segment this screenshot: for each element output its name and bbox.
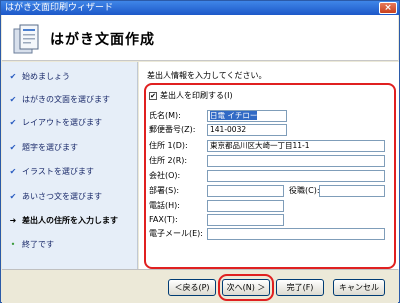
- back-button[interactable]: ＜戻る(P): [168, 279, 216, 296]
- sender-form-panel: 差出人情報を入力してください。 ✔ 差出人を印刷する(I) 氏名(M): 日電 イ…: [139, 62, 399, 269]
- next-button[interactable]: 次へ(N) ＞: [222, 279, 270, 296]
- name-value: 日電 イチロー: [210, 111, 258, 120]
- postal-code-field[interactable]: 141-0032: [207, 124, 287, 136]
- check-icon: ✔: [9, 95, 17, 104]
- check-icon: ✔: [9, 143, 17, 152]
- department-field[interactable]: [207, 185, 284, 197]
- check-icon: ✔: [9, 118, 17, 127]
- nav-step-label: 題字を選びます: [22, 143, 78, 152]
- close-button[interactable]: ×: [379, 2, 397, 14]
- wizard-step-nav: ✔ 始めましょう ✔ はがきの文面を選びます ✔ レイアウトを選びます ✔ 題字…: [2, 62, 138, 269]
- nav-step-label: 始めましょう: [22, 72, 70, 81]
- email-field[interactable]: [207, 228, 385, 240]
- wizard-header: はがき文面作成: [2, 15, 398, 61]
- check-icon: ✔: [9, 192, 17, 201]
- address1-field[interactable]: 東京都品川区大崎一丁目11-1: [207, 140, 385, 152]
- checkbox-check-icon: ✔: [149, 91, 157, 100]
- address1-label: 住所 1(D):: [149, 141, 188, 150]
- arrow-right-icon: ➜: [9, 216, 17, 225]
- nav-step-label: レイアウトを選びます: [22, 118, 102, 127]
- phone-field[interactable]: [207, 200, 284, 212]
- postal-label: 郵便番号(Z):: [149, 125, 196, 134]
- checkbox-label: 差出人を印刷する(I): [160, 91, 233, 100]
- check-icon: ✔: [9, 167, 17, 176]
- position-label: 役職(C):: [289, 186, 320, 195]
- cancel-button[interactable]: キャンセル: [333, 279, 385, 296]
- nav-step-label: 終了です: [22, 240, 54, 249]
- fax-field[interactable]: [207, 214, 284, 226]
- form-instruction: 差出人情報を入力してください。: [147, 71, 267, 80]
- close-icon: ×: [384, 3, 392, 13]
- email-label: 電子メール(E):: [149, 229, 203, 238]
- nav-step-start: ✔ 始めましょう: [2, 70, 138, 84]
- company-label: 会社(O):: [149, 171, 181, 180]
- address2-field[interactable]: [207, 155, 385, 167]
- department-label: 部署(S):: [149, 186, 180, 195]
- nav-step-finish: • 終了です: [2, 238, 138, 252]
- nav-step-choose-illustration: ✔ イラストを選びます: [2, 165, 138, 179]
- nav-step-label: はがきの文面を選びます: [22, 95, 110, 104]
- title-bar: はがき文面印刷ウィザード ×: [1, 1, 399, 15]
- position-field[interactable]: [319, 185, 385, 197]
- name-field[interactable]: 日電 イチロー: [207, 110, 287, 122]
- nav-step-choose-layout: ✔ レイアウトを選びます: [2, 116, 138, 130]
- nav-step-choose-design: ✔ はがきの文面を選びます: [2, 93, 138, 107]
- wizard-logo-icon: [13, 24, 39, 54]
- check-icon: ✔: [9, 72, 17, 81]
- wizard-window: はがき文面印刷ウィザード × はがき文面作成 ✔ 始めましょう ✔ はがきの文面…: [0, 0, 400, 303]
- window-title: はがき文面印刷ウィザード: [5, 3, 114, 13]
- wizard-footer: ＜戻る(P) 次へ(N) ＞ 完了(F) キャンセル: [2, 269, 398, 303]
- nav-step-sender-address: ➜ 差出人の住所を入力します: [2, 214, 138, 228]
- bullet-icon: •: [10, 240, 16, 249]
- nav-step-label: あいさつ文を選びます: [22, 192, 102, 201]
- nav-step-label: イラストを選びます: [22, 167, 94, 176]
- phone-label: 電話(H):: [149, 201, 180, 210]
- company-field[interactable]: [207, 170, 385, 182]
- nav-step-choose-title: ✔ 題字を選びます: [2, 141, 138, 155]
- name-label: 氏名(M):: [149, 111, 181, 120]
- print-sender-checkbox[interactable]: ✔ 差出人を印刷する(I): [149, 90, 233, 101]
- finish-button[interactable]: 完了(F): [276, 279, 324, 296]
- nav-step-label: 差出人の住所を入力します: [22, 216, 118, 225]
- page-title: はがき文面作成: [50, 32, 155, 48]
- nav-step-choose-greeting: ✔ あいさつ文を選びます: [2, 190, 138, 204]
- fax-label: FAX(T):: [149, 215, 178, 224]
- address2-label: 住所 2(R):: [149, 156, 188, 165]
